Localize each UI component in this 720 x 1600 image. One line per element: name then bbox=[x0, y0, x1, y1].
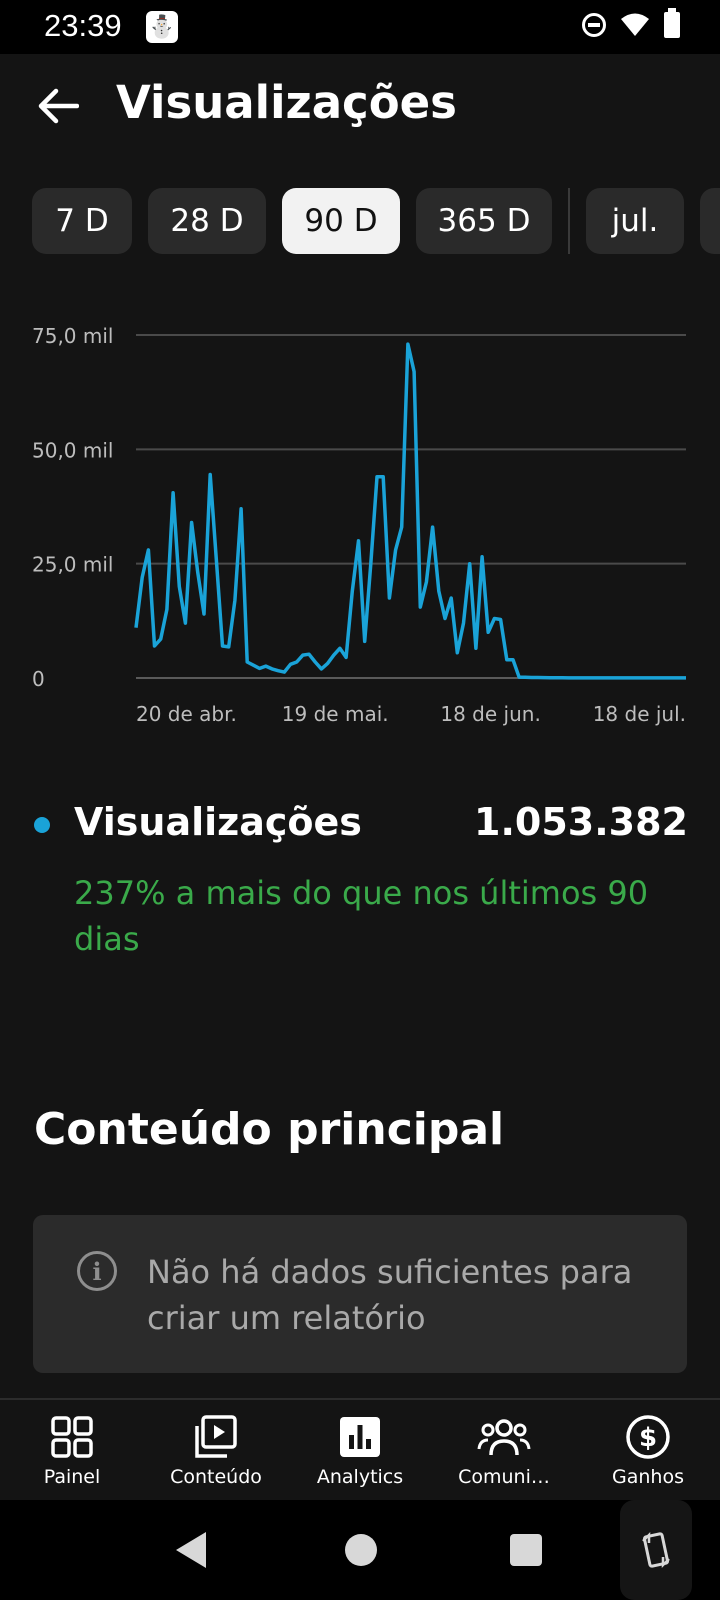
nav-label-analytics: Analytics bbox=[316, 1466, 404, 1488]
notification-app-icon: ⛄ bbox=[146, 11, 178, 43]
y-tick-label: 50,0 mil bbox=[32, 438, 113, 462]
views-line-chart: 0 25,0 mil 50,0 mil 75,0 mil 20 de abr. 19 de… bbox=[32, 324, 686, 726]
x-tick-label: 18 de jun. bbox=[440, 702, 540, 726]
nav-label-ganhos: Ganhos bbox=[612, 1466, 684, 1488]
nav-label-painel: Painel bbox=[43, 1466, 101, 1488]
do-not-disturb-icon bbox=[582, 13, 606, 37]
chip-7d[interactable]: 7 D bbox=[32, 188, 132, 254]
back-arrow-icon bbox=[38, 88, 79, 124]
x-tick-label: 18 de jul. bbox=[593, 702, 686, 726]
analytics-icon bbox=[340, 1417, 380, 1457]
x-tick-label: 19 de mai. bbox=[282, 702, 389, 726]
dashboard-icon bbox=[51, 1416, 93, 1458]
status-time: 23:39 bbox=[44, 8, 122, 43]
system-home-button[interactable] bbox=[345, 1534, 377, 1566]
empty-report-message: Não há dados suficientes para criar um r… bbox=[147, 1253, 633, 1337]
svg-text:$: $ bbox=[639, 1423, 657, 1453]
community-icon bbox=[477, 1419, 531, 1456]
rotate-icon bbox=[642, 1531, 670, 1569]
chip-month-jul[interactable]: jul. bbox=[586, 188, 684, 254]
y-tick-label: 75,0 mil bbox=[32, 324, 113, 348]
chip-next-month[interactable] bbox=[700, 188, 720, 254]
nav-item-analytics[interactable]: Analytics bbox=[288, 1400, 432, 1502]
summary-comparison: 237% a mais do que nos últimos 90 dias bbox=[74, 874, 649, 958]
rotate-screen-button[interactable] bbox=[620, 1500, 692, 1600]
battery-icon bbox=[664, 8, 680, 38]
chip-365d[interactable]: 365 D bbox=[416, 188, 552, 254]
section-title-top-content: Conteúdo principal bbox=[34, 1104, 505, 1155]
series-dot bbox=[34, 817, 50, 833]
app-header: Visualizações bbox=[0, 54, 720, 154]
nav-label-conteudo: Conteúdo bbox=[170, 1466, 262, 1488]
nav-item-painel[interactable]: Painel bbox=[0, 1400, 144, 1502]
summary-value: 1.053.382 bbox=[474, 800, 688, 844]
back-button[interactable] bbox=[28, 78, 88, 134]
bottom-navigation: Painel Conteúdo Analytics Comuni… $ Ganh… bbox=[0, 1398, 720, 1502]
system-back-button[interactable] bbox=[176, 1532, 206, 1568]
nav-item-comunidade[interactable]: Comuni… bbox=[432, 1400, 576, 1502]
period-selector: 7 D 28 D 90 D 365 D jul. bbox=[32, 188, 720, 254]
nav-item-ganhos[interactable]: $ Ganhos bbox=[576, 1400, 720, 1502]
earnings-icon: $ bbox=[626, 1415, 670, 1459]
wifi-icon bbox=[621, 13, 649, 36]
content-icon bbox=[195, 1415, 237, 1458]
x-tick-label: 20 de abr. bbox=[136, 702, 237, 726]
y-tick-label: 0 bbox=[32, 667, 45, 691]
chip-28d[interactable]: 28 D bbox=[148, 188, 266, 254]
nav-label-comunidade: Comuni… bbox=[458, 1466, 550, 1488]
chip-90d[interactable]: 90 D bbox=[282, 188, 400, 254]
status-bar: 23:39 ⛄ bbox=[0, 0, 720, 54]
y-tick-label: 25,0 mil bbox=[32, 553, 113, 577]
status-icons bbox=[582, 8, 680, 38]
views-chart: 0 25,0 mil 50,0 mil 75,0 mil 20 de abr. 19 de… bbox=[0, 300, 720, 740]
views-series-line bbox=[134, 342, 686, 680]
system-navigation-bar bbox=[0, 1500, 720, 1600]
empty-report-card: i Não há dados suficientes para criar um… bbox=[33, 1215, 687, 1373]
page-title: Visualizações bbox=[116, 76, 457, 129]
info-icon: i bbox=[77, 1251, 117, 1291]
nav-item-conteudo[interactable]: Conteúdo bbox=[144, 1400, 288, 1502]
summary-label: Visualizações bbox=[74, 800, 362, 844]
system-recents-button[interactable] bbox=[510, 1534, 542, 1566]
chip-divider bbox=[568, 188, 570, 254]
